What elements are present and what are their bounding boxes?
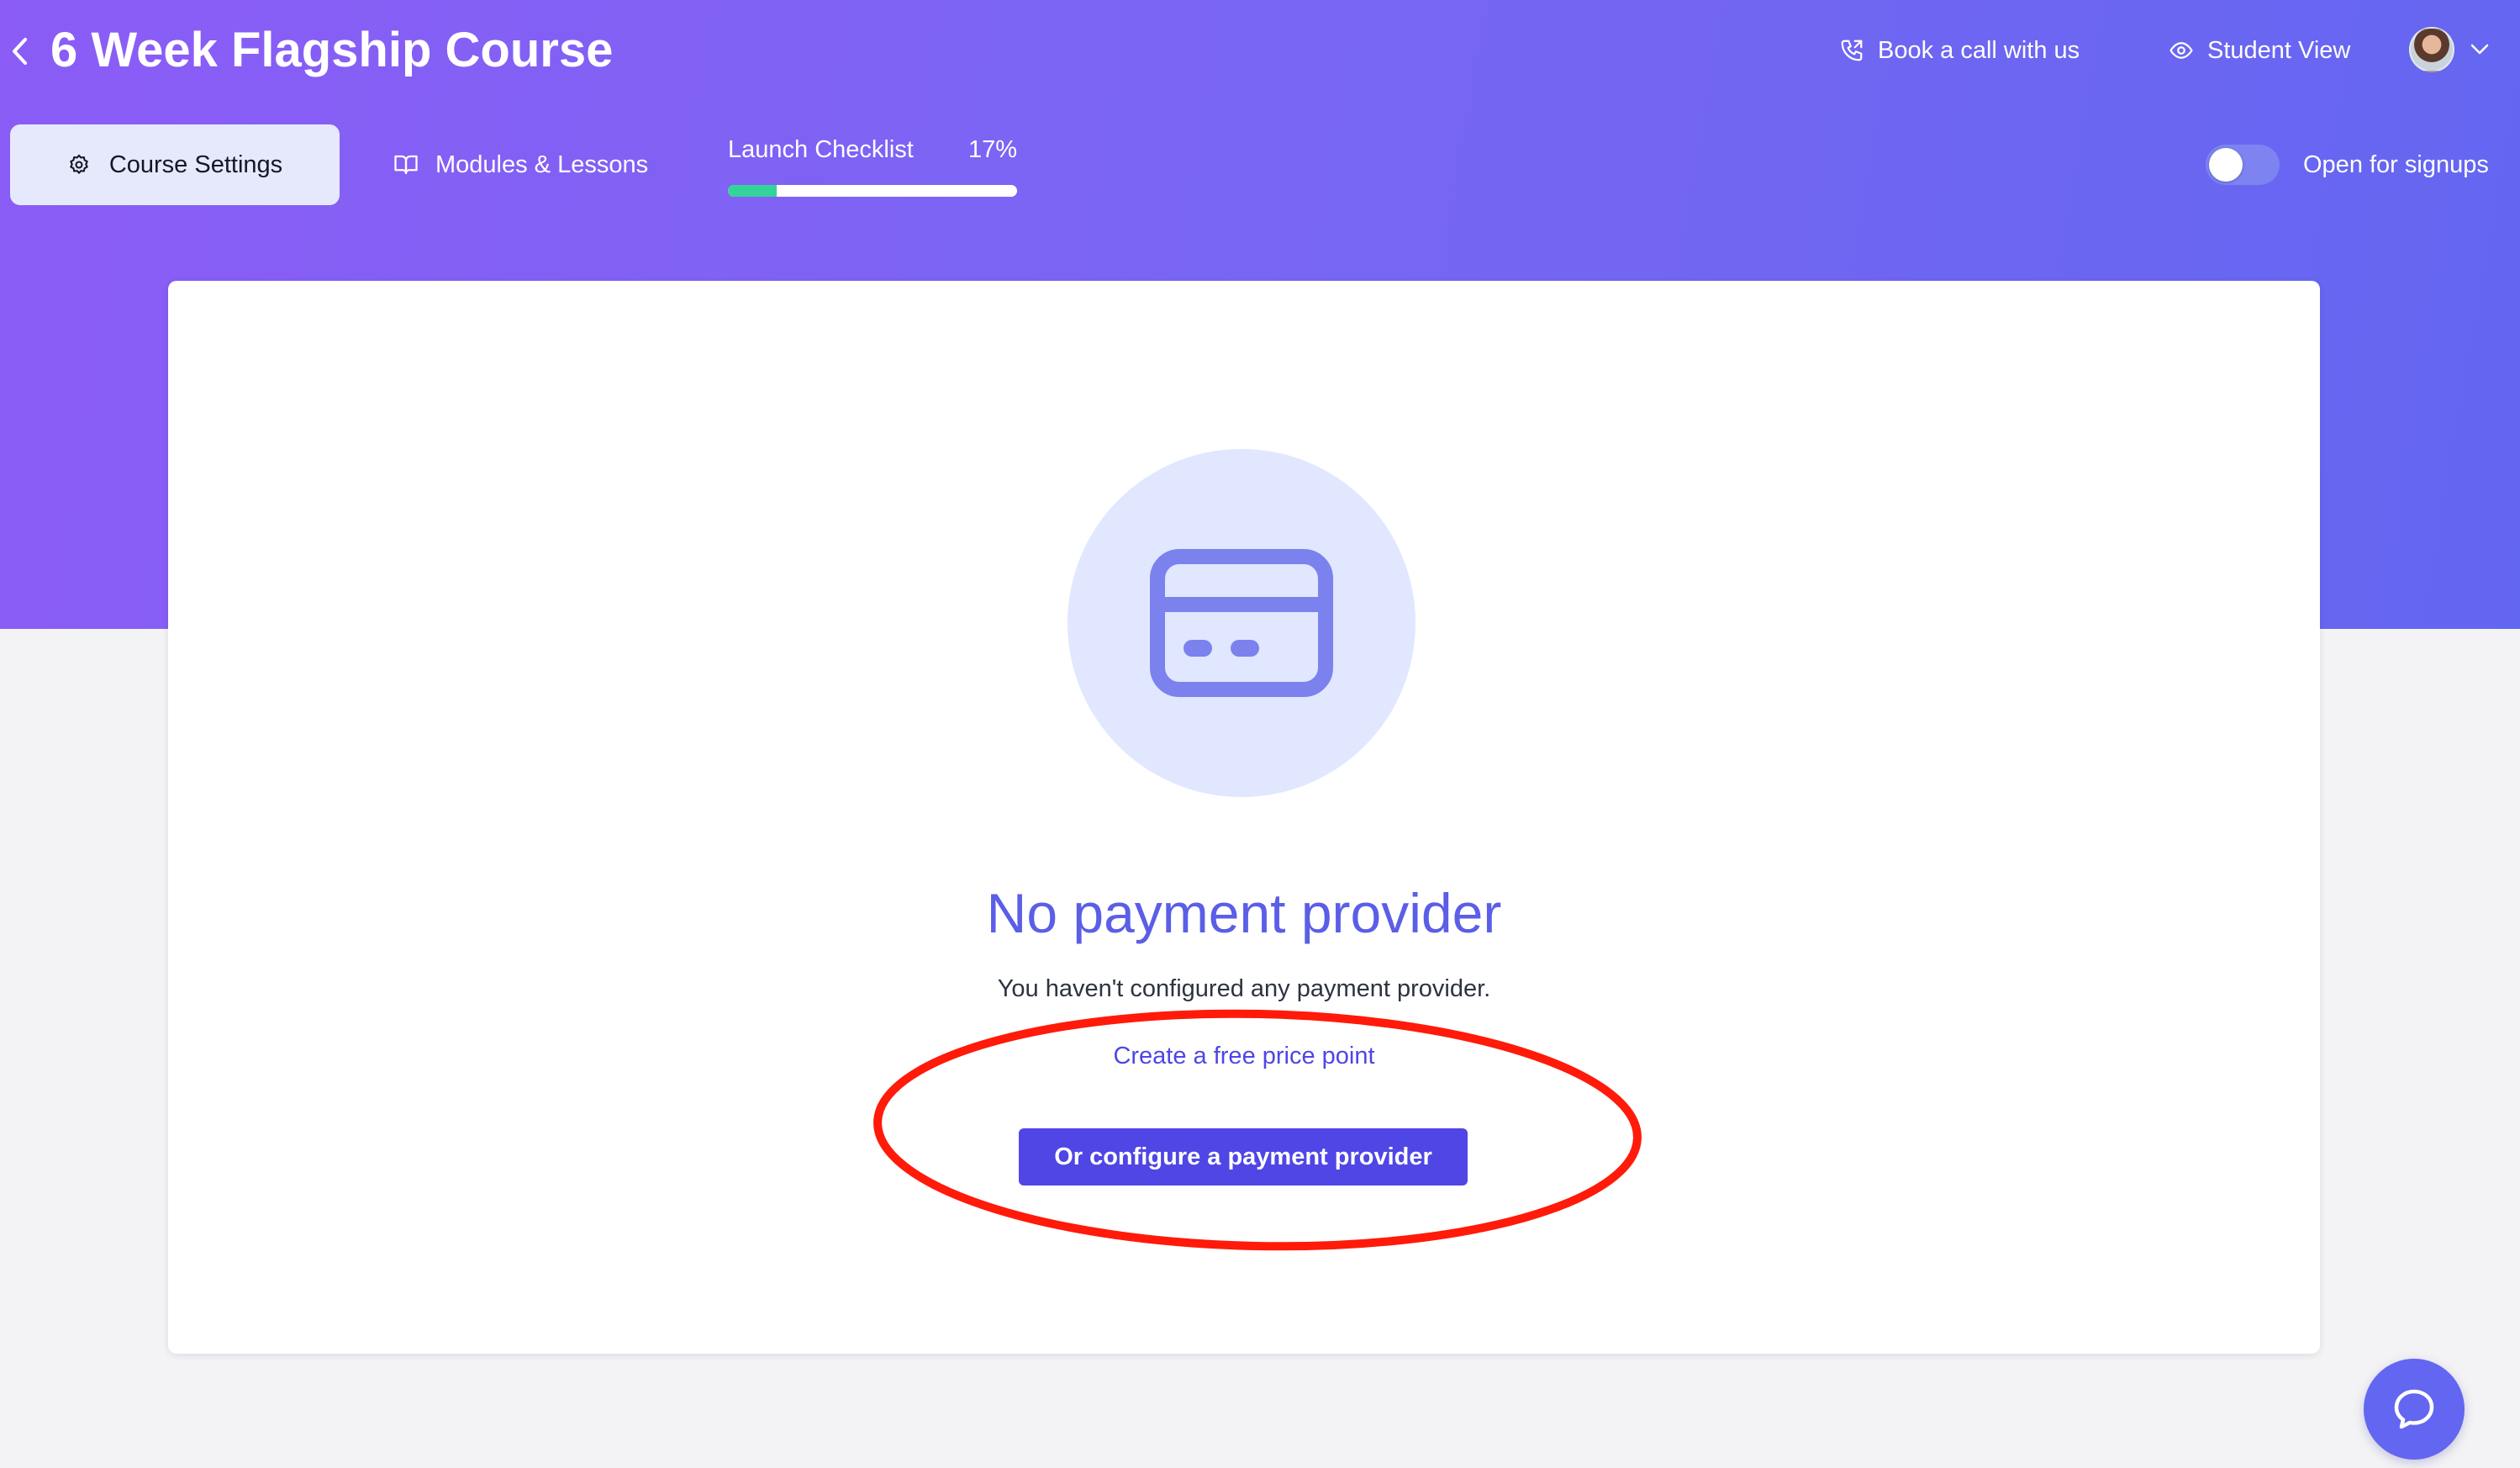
- chevron-down-icon: [2470, 44, 2489, 55]
- empty-state-description: You haven't configured any payment provi…: [997, 975, 1491, 1002]
- book-call-label: Book a call with us: [1878, 36, 2080, 64]
- open-for-signups-control[interactable]: Open for signups: [2206, 143, 2489, 187]
- payment-empty-state-card: No payment provider You haven't configur…: [168, 281, 2320, 1354]
- empty-state-illustration: [1068, 449, 1416, 797]
- book-call-link[interactable]: Book a call with us: [1839, 29, 2080, 72]
- create-free-price-point-link[interactable]: Create a free price point: [1113, 1043, 1374, 1069]
- credit-card-icon: [1150, 549, 1333, 697]
- tab-course-settings-label: Course Settings: [108, 150, 283, 178]
- progress-fill: [728, 185, 778, 197]
- avatar: [2409, 27, 2454, 72]
- toggle-knob: [2209, 148, 2243, 182]
- open-for-signups-toggle[interactable]: [2206, 145, 2280, 185]
- tab-course-settings[interactable]: Course Settings: [10, 124, 340, 205]
- tab-modules-lessons-label: Modules & Lessons: [435, 150, 649, 178]
- back-button[interactable]: [5, 32, 35, 71]
- student-view-label: Student View: [2207, 36, 2351, 64]
- launch-checklist-percent: 17%: [967, 136, 1017, 163]
- gear-icon: [70, 154, 88, 174]
- user-menu[interactable]: [2409, 27, 2490, 72]
- launch-checklist-label: Launch Checklist: [728, 136, 914, 163]
- top-bar: 6 Week Flagship Course Book a call with …: [0, 0, 2520, 101]
- launch-checklist-progress-bar: [728, 185, 1017, 197]
- configure-payment-provider-button[interactable]: Or configure a payment provider: [1019, 1128, 1468, 1185]
- phone-icon: [1841, 40, 1863, 61]
- student-view-link[interactable]: Student View: [2169, 29, 2350, 72]
- chat-button[interactable]: [2364, 1359, 2465, 1460]
- course-title: 6 Week Flagship Course: [50, 23, 614, 77]
- free-price-point-wrapper: Create a free price point: [168, 1039, 2320, 1073]
- chevron-left-icon: [13, 38, 27, 65]
- empty-state-title: No payment provider: [986, 882, 1502, 944]
- book-icon: [394, 155, 418, 175]
- eye-icon: [2169, 42, 2193, 59]
- tab-modules-lessons[interactable]: Modules & Lessons: [393, 143, 648, 187]
- chat-bubble-icon: [2394, 1389, 2434, 1429]
- open-for-signups-label: Open for signups: [2303, 150, 2489, 178]
- launch-checklist[interactable]: Launch Checklist 17%: [728, 133, 1017, 200]
